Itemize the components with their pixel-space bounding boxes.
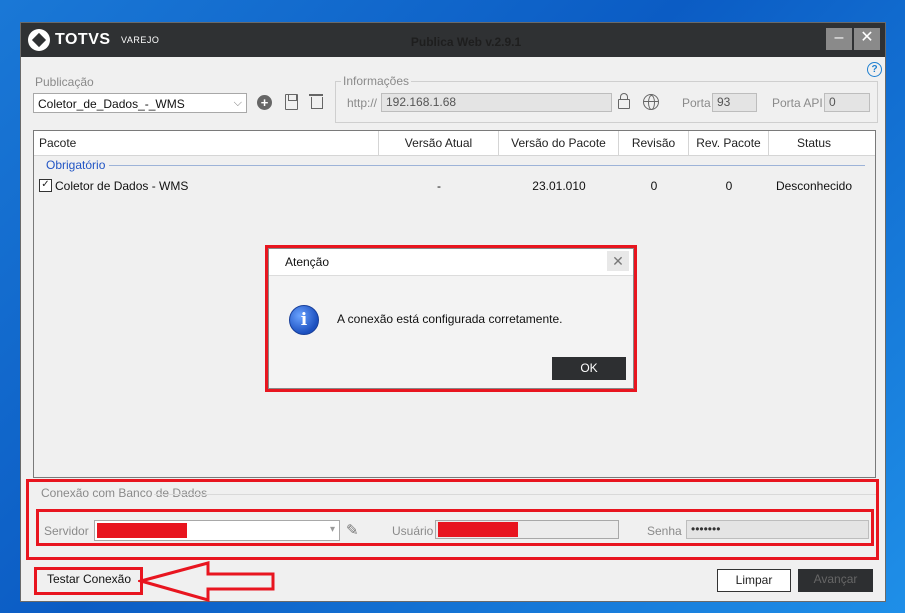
group-obrigatorio: Obrigatório — [46, 158, 106, 172]
publicacao-value: Coletor_de_Dados_-_WMS — [38, 97, 185, 111]
close-button[interactable]: ✕ — [854, 28, 880, 50]
lock-icon[interactable] — [618, 93, 630, 109]
annotation-frame-fields — [36, 509, 874, 546]
limpar-button[interactable]: Limpar — [717, 569, 791, 592]
totvs-logo-icon — [28, 29, 50, 51]
publicacao-select[interactable]: Coletor_de_Dados_-_WMS ⌵ — [33, 93, 247, 113]
col-revisao[interactable]: Revisão — [619, 131, 689, 155]
col-pacote[interactable]: Pacote — [34, 131, 379, 155]
trash-icon[interactable] — [309, 94, 323, 109]
col-rev-pacote[interactable]: Rev. Pacote — [689, 131, 769, 155]
col-status[interactable]: Status — [769, 131, 859, 155]
avancar-button[interactable]: Avançar — [798, 569, 873, 592]
cell-versao-pacote: 23.01.010 — [532, 179, 586, 193]
porta-api-field[interactable]: 0 — [824, 93, 870, 112]
save-icon[interactable] — [285, 94, 298, 110]
annotation-frame-testar — [34, 567, 143, 595]
table-header: Pacote Versão Atual Versão do Pacote Rev… — [34, 131, 875, 156]
add-icon[interactable]: + — [257, 95, 272, 110]
annotation-frame-dialog — [265, 245, 637, 392]
help-icon[interactable]: ? — [867, 62, 882, 77]
porta-api-label: Porta API — [772, 96, 823, 110]
chevron-down-icon: ⌵ — [233, 97, 242, 109]
host-field[interactable]: 192.168.1.68 — [381, 93, 612, 112]
informacoes-label: Informações — [341, 74, 412, 88]
col-versao-pacote[interactable]: Versão do Pacote — [499, 131, 619, 155]
group-divider — [109, 165, 865, 166]
minimize-button[interactable]: – — [826, 28, 852, 50]
globe-icon[interactable] — [643, 94, 659, 110]
cell-versao-atual: - — [437, 179, 441, 193]
porta-field[interactable]: 93 — [712, 93, 757, 112]
title-bar[interactable]: TOTVS VAREJO Publica Web v.2.9.1 – ✕ — [21, 23, 885, 57]
cell-status: Desconhecido — [775, 179, 853, 193]
publicacao-label: Publicação — [35, 75, 94, 89]
cell-pacote: Coletor de Dados - WMS — [55, 179, 189, 193]
annotation-arrow-icon — [138, 561, 275, 602]
window-title: Publica Web v.2.9.1 — [410, 35, 522, 49]
cell-revisao: 0 — [650, 179, 658, 193]
col-versao-atual[interactable]: Versão Atual — [379, 131, 499, 155]
brand-name: TOTVS — [55, 31, 111, 48]
brand-sub: VAREJO — [121, 35, 160, 45]
porta-label: Porta — [682, 96, 711, 110]
row-checkbox[interactable]: ✓ — [39, 179, 52, 192]
cell-rev-pacote: 0 — [725, 179, 733, 193]
protocol-label: http:// — [347, 96, 378, 110]
